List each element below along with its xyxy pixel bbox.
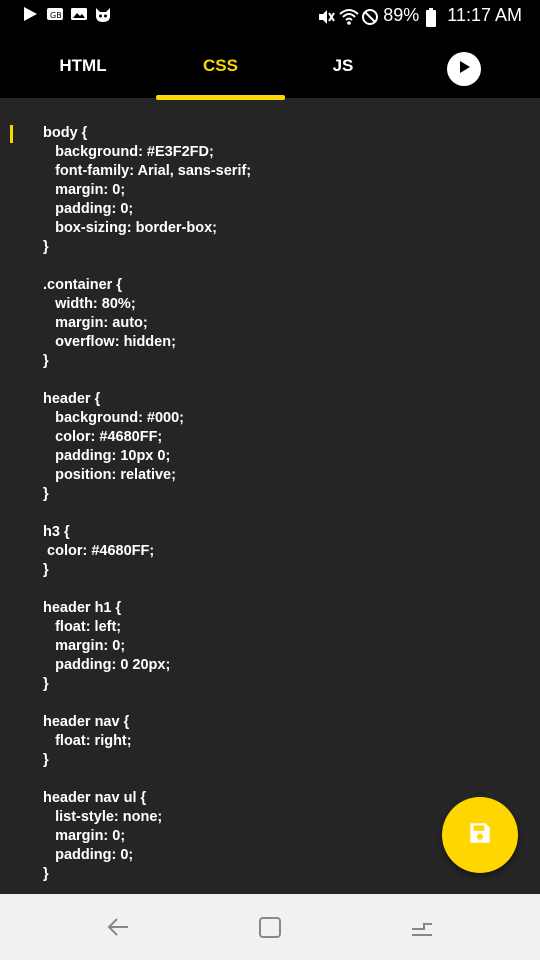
run-button[interactable] [447, 52, 481, 86]
code-line[interactable] [43, 694, 251, 713]
tab-html[interactable]: HTML [20, 34, 146, 98]
code-line[interactable]: padding: 10px 0; [43, 447, 251, 466]
do-not-disturb-icon [361, 8, 379, 25]
recents-button[interactable] [405, 910, 439, 944]
code-line[interactable]: margin: 0; [43, 827, 251, 846]
code-line[interactable]: list-style: none; [43, 808, 251, 827]
tab-js[interactable]: JS [286, 34, 400, 98]
system-nav-bar [0, 894, 540, 960]
wifi-icon [339, 8, 359, 25]
home-square-icon [259, 917, 281, 938]
code-line[interactable]: color: #4680FF; [43, 428, 251, 447]
code-line[interactable]: overflow: hidden; [43, 333, 251, 352]
code-line[interactable]: margin: auto; [43, 314, 251, 333]
code-line[interactable]: margin: 0; [43, 637, 251, 656]
code-line[interactable]: h3 { [43, 523, 251, 542]
code-line[interactable]: } [43, 561, 251, 580]
code-line[interactable]: float: left; [43, 618, 251, 637]
code-line[interactable]: width: 80%; [43, 295, 251, 314]
mascot-icon [94, 6, 110, 22]
save-icon [467, 820, 493, 851]
code-line[interactable]: padding: 0; [43, 200, 251, 219]
code-line[interactable]: box-sizing: border-box; [43, 219, 251, 238]
code-line[interactable] [43, 770, 251, 789]
code-line[interactable] [43, 580, 251, 599]
code-line[interactable]: color: #4680FF; [43, 542, 251, 561]
svg-text:GB: GB [50, 11, 62, 20]
code-line[interactable]: header nav ul { [43, 789, 251, 808]
play-icon [456, 59, 472, 80]
line-indicator [10, 125, 13, 143]
mute-icon [317, 8, 336, 24]
code-line[interactable]: background: #E3F2FD; [43, 143, 251, 162]
tab-css[interactable]: CSS [156, 34, 285, 98]
code-line[interactable] [43, 257, 251, 276]
code-line[interactable]: } [43, 352, 251, 371]
recents-icon [412, 923, 432, 936]
status-bar: GB 89% 11:17 AM [0, 0, 540, 34]
code-line[interactable]: header h1 { [43, 599, 251, 618]
save-button[interactable] [442, 797, 518, 873]
status-left-icons: GB [22, 6, 110, 22]
battery-icon [425, 7, 441, 27]
code-line[interactable]: header nav { [43, 713, 251, 732]
code-text[interactable]: body { background: #E3F2FD; font-family:… [43, 124, 251, 884]
code-line[interactable]: header { [43, 390, 251, 409]
back-arrow-icon [107, 918, 128, 936]
code-line[interactable]: } [43, 865, 251, 884]
code-line[interactable]: margin: 0; [43, 181, 251, 200]
back-button[interactable] [101, 910, 135, 944]
status-right-icons: 89% 11:17 AM [317, 5, 522, 27]
code-line[interactable]: padding: 0; [43, 846, 251, 865]
code-line[interactable] [43, 371, 251, 390]
code-line[interactable]: } [43, 675, 251, 694]
code-line[interactable]: .container { [43, 276, 251, 295]
code-line[interactable]: } [43, 751, 251, 770]
clock: 11:17 AM [447, 5, 522, 25]
image-icon [70, 6, 87, 22]
code-line[interactable]: padding: 0 20px; [43, 656, 251, 675]
code-line[interactable]: font-family: Arial, sans-serif; [43, 162, 251, 181]
home-button[interactable] [253, 910, 287, 944]
code-line[interactable]: } [43, 485, 251, 504]
code-line[interactable]: float: right; [43, 732, 251, 751]
code-line[interactable]: } [43, 238, 251, 257]
play-store-icon [22, 6, 38, 22]
code-line[interactable] [43, 504, 251, 523]
battery-percent: 89% [383, 5, 420, 25]
code-line[interactable]: background: #000; [43, 409, 251, 428]
code-line[interactable]: position: relative; [43, 466, 251, 485]
code-line[interactable]: body { [43, 124, 251, 143]
notification-icon: GB [46, 6, 63, 22]
